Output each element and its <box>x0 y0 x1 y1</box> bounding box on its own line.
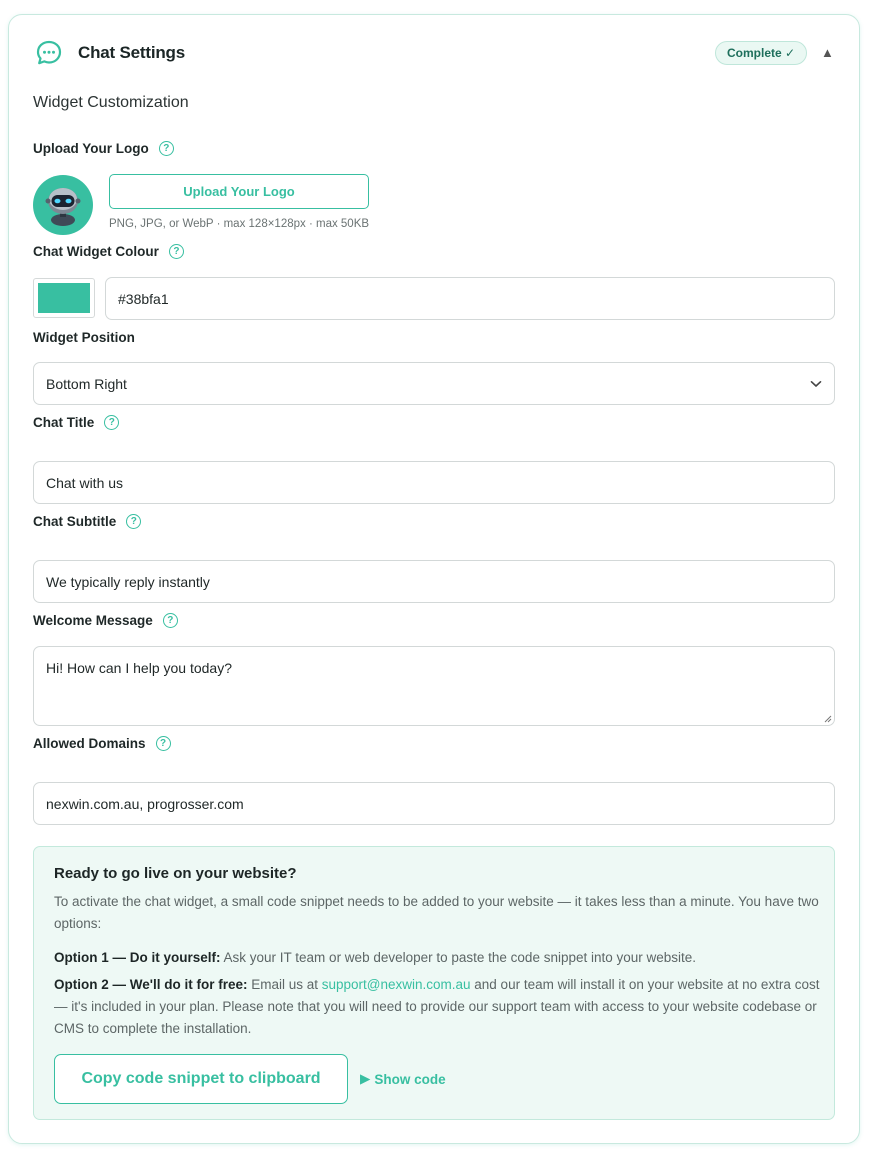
go-live-panel: Ready to go live on your website? To act… <box>33 846 835 1120</box>
upload-logo-label-text: Upload Your Logo <box>33 141 149 156</box>
welcome-message-label: Welcome Message ? <box>33 613 178 628</box>
card-title: Chat Settings <box>78 43 185 62</box>
widget-position-value: Bottom Right <box>46 375 127 392</box>
robot-avatar-icon <box>45 188 81 226</box>
chevron-down-icon <box>810 380 822 387</box>
chat-subtitle-label-text: Chat Subtitle <box>33 514 117 529</box>
welcome-message-value: Hi! How can I help you today? <box>46 660 232 676</box>
help-icon[interactable]: ? <box>162 613 178 628</box>
option-1-text: Option 1 — Do it yourself: Ask your IT t… <box>54 947 824 969</box>
help-icon[interactable]: ? <box>158 141 174 156</box>
chat-subtitle-input[interactable]: We typically reply instantly <box>33 560 835 603</box>
help-icon[interactable]: ? <box>155 736 171 751</box>
option-1-body: Ask your IT team or web developer to pas… <box>220 950 697 965</box>
logo-avatar <box>33 175 93 235</box>
widget-colour-label-text: Chat Widget Colour <box>33 244 159 259</box>
help-icon[interactable]: ? <box>168 244 184 259</box>
show-code-label: Show code <box>374 1071 446 1087</box>
allowed-domains-input[interactable]: nexwin.com.au, progrosser.com <box>33 782 835 825</box>
upload-logo-button[interactable]: Upload Your Logo <box>109 174 369 209</box>
allowed-domains-label-text: Allowed Domains <box>33 736 146 751</box>
chat-title-input[interactable]: Chat with us <box>33 461 835 504</box>
copy-snippet-button[interactable]: Copy code snippet to clipboard <box>54 1054 348 1104</box>
widget-position-label: Widget Position <box>33 330 135 345</box>
chat-subtitle-label: Chat Subtitle ? <box>33 514 142 529</box>
option-2-text: Option 2 — We'll do it for free: Email u… <box>54 974 824 1040</box>
go-live-intro: To activate the chat widget, a small cod… <box>54 894 819 931</box>
chat-title-label: Chat Title ? <box>33 415 120 430</box>
welcome-message-label-text: Welcome Message <box>33 613 153 628</box>
resize-handle-icon[interactable] <box>823 714 832 723</box>
go-live-title: Ready to go live on your website? <box>54 865 297 882</box>
widget-colour-label: Chat Widget Colour ? <box>33 244 184 259</box>
play-triangle-icon: ▶ <box>360 1071 371 1086</box>
colour-hex-input[interactable]: #38bfa1 <box>105 277 835 320</box>
widget-position-label-text: Widget Position <box>33 330 135 345</box>
upload-logo-label: Upload Your Logo ? <box>33 141 174 156</box>
help-icon[interactable]: ? <box>126 514 142 529</box>
chat-bubble-icon <box>36 40 62 65</box>
option-1-label: Option 1 — Do it yourself: <box>54 950 221 965</box>
colour-swatch <box>38 283 90 313</box>
status-badge: Complete ✓ <box>715 41 808 65</box>
colour-picker[interactable] <box>33 278 95 318</box>
upload-hint: PNG, JPG, or WebP · max 128×128px · max … <box>109 218 370 230</box>
welcome-message-textarea[interactable]: Hi! How can I help you today? <box>33 646 835 726</box>
help-icon[interactable]: ? <box>104 415 120 430</box>
section-title: Widget Customization <box>33 94 189 111</box>
show-code-toggle[interactable]: ▶ Show code <box>360 1071 446 1087</box>
option-2-label: Option 2 — We'll do it for free: <box>54 977 248 992</box>
support-email-link[interactable]: support@nexwin.com.au <box>322 977 471 992</box>
widget-position-select[interactable]: Bottom Right <box>33 362 835 405</box>
chat-title-label-text: Chat Title <box>33 415 95 430</box>
allowed-domains-label: Allowed Domains ? <box>33 736 171 751</box>
collapse-arrow-icon[interactable]: ▲ <box>821 45 834 60</box>
chat-settings-card: Chat Settings Complete ✓ ▲ Widget Custom… <box>8 14 860 1144</box>
option-2-body-a: Email us at <box>247 977 322 992</box>
